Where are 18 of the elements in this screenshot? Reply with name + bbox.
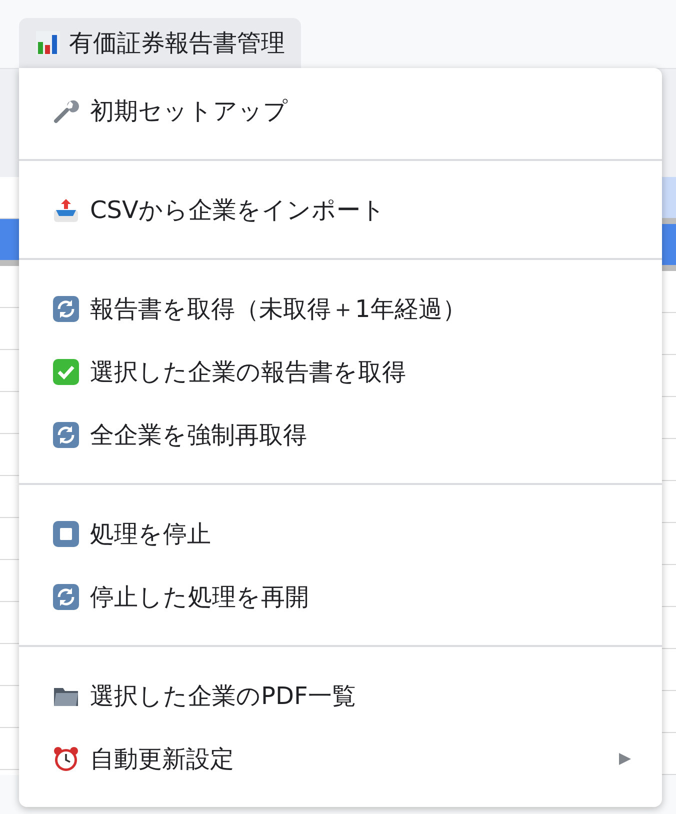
stop-icon xyxy=(52,520,80,548)
check-icon xyxy=(52,358,80,386)
menu-item[interactable]: CSVから企業をインポート xyxy=(19,178,662,241)
menu-item[interactable]: 停止した処理を再開 xyxy=(19,565,662,628)
refresh-icon xyxy=(52,582,80,610)
submenu-arrow-icon xyxy=(618,752,632,766)
menu-item[interactable]: 初期セットアップ xyxy=(19,79,662,142)
menu-item[interactable]: 自動更新設定 xyxy=(19,727,662,790)
menu-item[interactable]: 選択した企業の報告書を取得 xyxy=(19,340,662,403)
menu-item[interactable]: 処理を停止 xyxy=(19,502,662,565)
bar-chart-icon xyxy=(35,30,61,56)
menu-title[interactable]: 有価証券報告書管理 xyxy=(19,18,301,68)
refresh-icon xyxy=(52,420,80,448)
refresh-icon xyxy=(52,294,80,322)
alarm-clock-icon xyxy=(52,744,80,772)
menu-item[interactable]: 選択した企業のPDF一覧 xyxy=(19,664,662,727)
menu-item[interactable]: 報告書を取得（未取得＋1年経過） xyxy=(19,277,662,340)
menu-item[interactable]: 全企業を強制再取得 xyxy=(19,403,662,466)
